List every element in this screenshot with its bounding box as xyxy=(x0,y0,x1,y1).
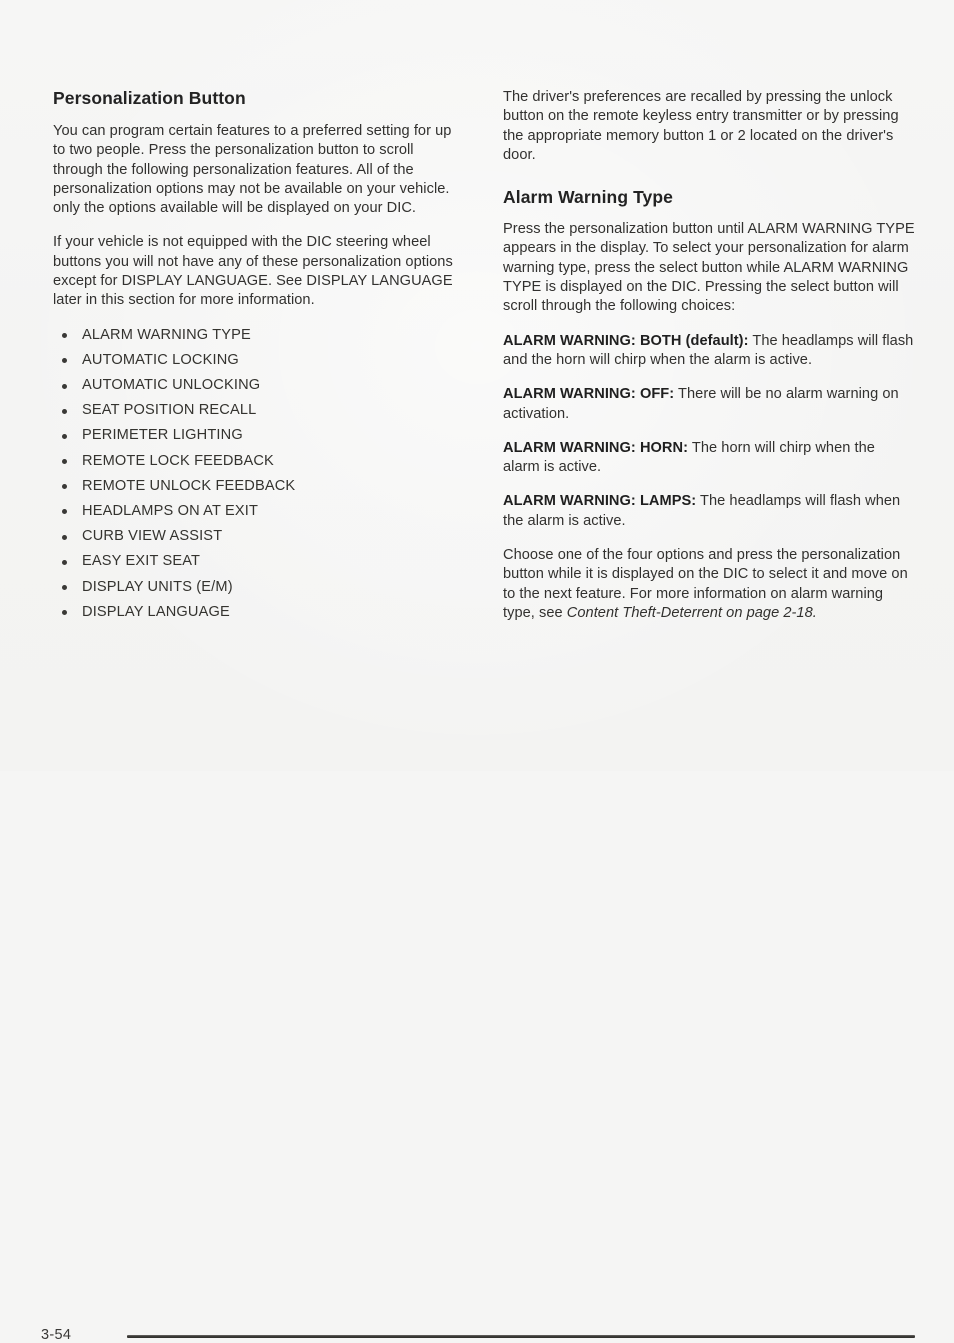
page-number: 3-54 xyxy=(41,1327,72,1343)
list-item: EASY EXIT SEAT xyxy=(53,552,463,571)
list-item-label: HEADLAMPS ON AT EXIT xyxy=(82,502,259,519)
alarm-warning-horn-paragraph: ALARM WARNING: HORN: The horn will chirp… xyxy=(503,439,915,478)
cross-reference-link: Content Theft-Deterrent on page 2-18. xyxy=(566,604,817,621)
personalization-feature-list: ALARM WARNING TYPE AUTOMATIC LOCKING AUT… xyxy=(53,326,463,622)
footer-divider xyxy=(127,1335,915,1338)
list-item: DISPLAY UNITS (E/M) xyxy=(53,578,463,597)
list-item-label: AUTOMATIC UNLOCKING xyxy=(82,377,261,394)
bullet-icon xyxy=(62,459,67,465)
bullet-icon xyxy=(62,358,67,364)
bullet-icon xyxy=(62,408,67,414)
alarm-warning-lamps-label: ALARM WARNING: LAMPS: xyxy=(503,493,697,510)
intro-paragraph: You can program certain features to a pr… xyxy=(53,123,452,217)
list-item: REMOTE LOCK FEEDBACK xyxy=(53,452,463,471)
list-item: AUTOMATIC UNLOCKING xyxy=(53,376,463,395)
alarm-warning-instructions-paragraph: Press the personalization button until A… xyxy=(503,221,915,315)
bullet-icon xyxy=(62,484,67,490)
list-item-label: PERIMETER LIGHTING xyxy=(82,427,243,444)
alarm-warning-both-label: ALARM WARNING: BOTH (default): xyxy=(503,332,749,349)
list-item-label: DISPLAY UNITS (E/M) xyxy=(82,578,233,595)
alarm-warning-off-label: ALARM WARNING: OFF: xyxy=(503,386,675,403)
bullet-icon xyxy=(62,534,67,540)
list-item-label: CURB VIEW ASSIST xyxy=(82,528,223,545)
bullet-icon xyxy=(62,585,67,591)
list-item-label: REMOTE UNLOCK FEEDBACK xyxy=(82,477,296,494)
list-item-label: AUTOMATIC LOCKING xyxy=(82,351,239,368)
list-item: PERIMETER LIGHTING xyxy=(53,426,463,445)
bullet-icon xyxy=(62,433,67,439)
page-footer: 3-54 xyxy=(0,661,954,1343)
driver-preferences-paragraph: The driver's preferences are recalled by… xyxy=(503,89,899,163)
list-item-label: DISPLAY LANGUAGE xyxy=(82,603,230,620)
page-columns: Personalization Button You can program c… xyxy=(0,0,954,771)
bullet-icon xyxy=(62,333,67,339)
list-item: REMOTE UNLOCK FEEDBACK xyxy=(53,477,463,496)
list-item: CURB VIEW ASSIST xyxy=(53,527,463,546)
bullet-icon xyxy=(62,509,67,515)
list-item: AUTOMATIC LOCKING xyxy=(53,351,463,370)
bullet-icon xyxy=(62,559,67,565)
bullet-icon xyxy=(62,383,67,389)
page-title: Personalization Button xyxy=(53,88,246,108)
manual-page: Personalization Button You can program c… xyxy=(0,0,954,1343)
list-item-label: EASY EXIT SEAT xyxy=(82,553,201,570)
list-item-label: REMOTE LOCK FEEDBACK xyxy=(82,452,274,469)
steering-wheel-note-paragraph: If your vehicle is not equipped with the… xyxy=(53,234,453,309)
alarm-warning-horn-label: ALARM WARNING: HORN: xyxy=(503,439,689,456)
list-item-label: SEAT POSITION RECALL xyxy=(82,402,257,419)
closing-paragraph: Choose one of the four options and press… xyxy=(503,546,915,623)
right-column: The driver's preferences are recalled by… xyxy=(503,88,915,623)
list-item-label: ALARM WARNING TYPE xyxy=(82,326,251,343)
left-column: Personalization Button You can program c… xyxy=(53,88,463,628)
list-item: DISPLAY LANGUAGE xyxy=(53,603,463,622)
list-item: SEAT POSITION RECALL xyxy=(53,401,463,420)
list-item: ALARM WARNING TYPE xyxy=(53,326,463,345)
alarm-warning-both-paragraph: ALARM WARNING: BOTH (default): The headl… xyxy=(503,332,915,371)
list-item: HEADLAMPS ON AT EXIT xyxy=(53,502,463,521)
bullet-icon xyxy=(62,610,67,616)
alarm-warning-off-paragraph: ALARM WARNING: OFF: There will be no ala… xyxy=(503,385,915,424)
alarm-warning-lamps-paragraph: ALARM WARNING: LAMPS: The headlamps will… xyxy=(503,492,915,531)
alarm-warning-type-heading: Alarm Warning Type xyxy=(503,187,674,208)
